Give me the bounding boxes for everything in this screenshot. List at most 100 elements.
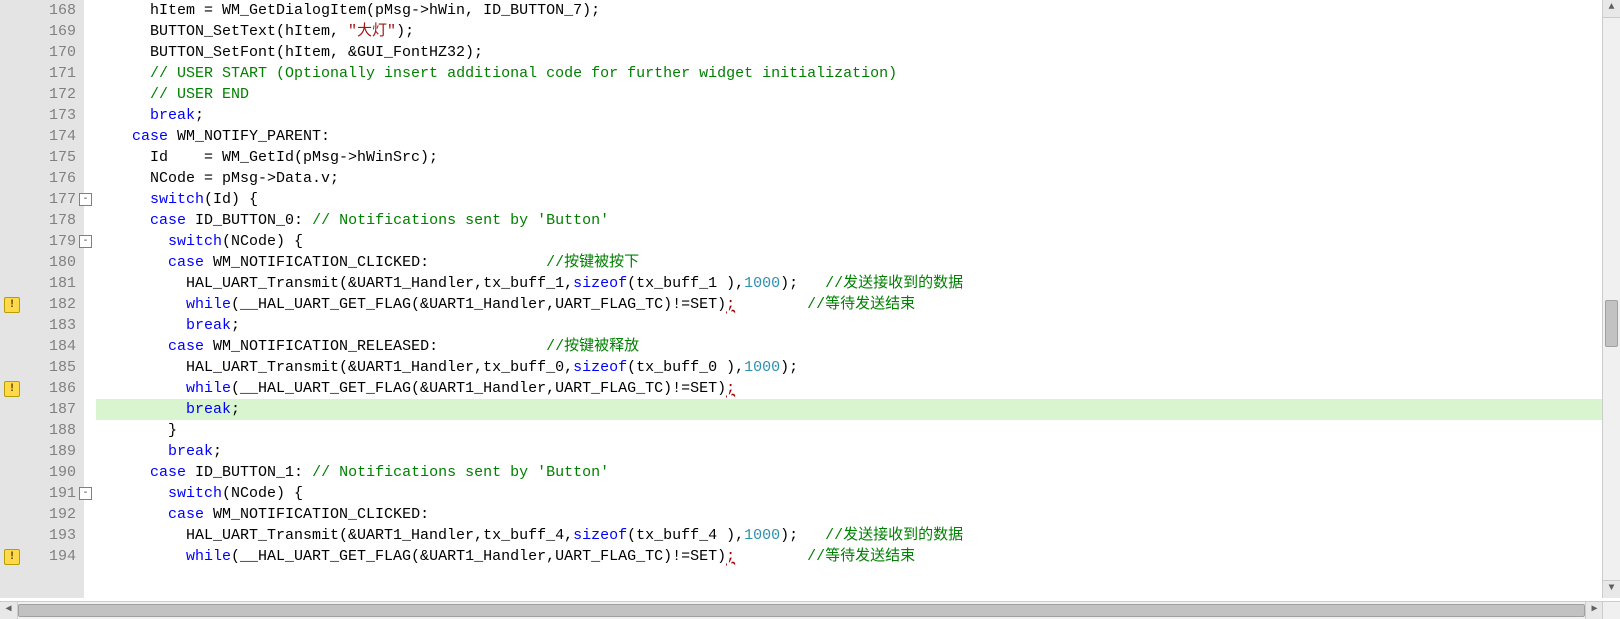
gutter-line[interactable]: 186! — [0, 378, 84, 399]
token — [96, 485, 168, 502]
token: ); — [780, 359, 798, 376]
code-area[interactable]: hItem = WM_GetDialogItem(pMsg->hWin, ID_… — [84, 0, 1620, 598]
gutter-line[interactable]: 189 — [0, 441, 84, 462]
code-line[interactable]: break; — [96, 105, 1620, 126]
gutter-line[interactable]: 179- — [0, 231, 84, 252]
token: sizeof — [573, 527, 627, 544]
code-line[interactable]: BUTTON_SetFont(hItem, &GUI_FontHZ32); — [96, 42, 1620, 63]
code-line[interactable]: switch(NCode) { — [96, 483, 1620, 504]
gutter-line[interactable]: 193 — [0, 525, 84, 546]
code-line[interactable]: case WM_NOTIFICATION_CLICKED: — [96, 504, 1620, 525]
code-line[interactable]: HAL_UART_Transmit(&UART1_Handler,tx_buff… — [96, 273, 1620, 294]
token: WM_NOTIFICATION_CLICKED: — [204, 254, 546, 271]
gutter-line[interactable]: 169 — [0, 21, 84, 42]
code-line[interactable]: BUTTON_SetText(hItem, "大灯"); — [96, 21, 1620, 42]
gutter-line[interactable]: 173 — [0, 105, 84, 126]
code-line[interactable]: case WM_NOTIFICATION_CLICKED: //按键被按下 — [96, 252, 1620, 273]
token: // Notifications sent by 'Button' — [312, 464, 609, 481]
warning-icon[interactable]: ! — [4, 297, 20, 313]
token: // USER END — [150, 86, 249, 103]
line-number: 194 — [49, 548, 76, 565]
token: BUTTON_SetText(hItem, — [96, 23, 348, 40]
code-line[interactable]: break; — [96, 399, 1620, 420]
gutter-line[interactable]: 185 — [0, 357, 84, 378]
gutter-line[interactable]: 192 — [0, 504, 84, 525]
scroll-up-arrow-icon[interactable]: ▲ — [1603, 0, 1620, 18]
vertical-scroll-thumb[interactable] — [1605, 300, 1618, 347]
gutter-line[interactable]: 168 — [0, 0, 84, 21]
token — [96, 443, 168, 460]
gutter[interactable]: 168169170171172173174175176177-178179-18… — [0, 0, 84, 598]
scroll-right-arrow-icon[interactable]: ▶ — [1585, 602, 1603, 619]
line-number: 176 — [49, 170, 76, 187]
gutter-line[interactable]: 177- — [0, 189, 84, 210]
code-line[interactable]: case ID_BUTTON_0: // Notifications sent … — [96, 210, 1620, 231]
token: break — [186, 317, 231, 334]
scroll-left-arrow-icon[interactable]: ◀ — [0, 602, 18, 619]
scroll-down-arrow-icon[interactable]: ▼ — [1603, 580, 1620, 598]
gutter-line[interactable]: 175 — [0, 147, 84, 168]
code-line[interactable]: NCode = pMsg->Data.v; — [96, 168, 1620, 189]
line-number: 173 — [49, 107, 76, 124]
line-number: 191 — [49, 485, 76, 502]
code-line[interactable]: switch(Id) { — [96, 189, 1620, 210]
code-line[interactable]: Id = WM_GetId(pMsg->hWinSrc); — [96, 147, 1620, 168]
code-line[interactable]: break; — [96, 441, 1620, 462]
token: (NCode) { — [222, 485, 303, 502]
token: break — [186, 401, 231, 418]
warning-icon[interactable]: ! — [4, 549, 20, 565]
code-line[interactable]: case WM_NOTIFICATION_RELEASED: //按键被释放 — [96, 336, 1620, 357]
code-line[interactable]: // USER START (Optionally insert additio… — [96, 63, 1620, 84]
gutter-line[interactable]: 183 — [0, 315, 84, 336]
code-line[interactable]: HAL_UART_Transmit(&UART1_Handler,tx_buff… — [96, 357, 1620, 378]
scrollbar-corner — [1602, 601, 1620, 619]
code-line[interactable]: hItem = WM_GetDialogItem(pMsg->hWin, ID_… — [96, 0, 1620, 21]
gutter-line[interactable]: 181 — [0, 273, 84, 294]
gutter-line[interactable]: 172 — [0, 84, 84, 105]
code-line[interactable]: } — [96, 420, 1620, 441]
gutter-line[interactable]: 180 — [0, 252, 84, 273]
code-line[interactable]: while(__HAL_UART_GET_FLAG(&UART1_Handler… — [96, 378, 1620, 399]
token: "大灯" — [348, 23, 396, 40]
token: NCode = pMsg->Data.v; — [96, 170, 339, 187]
code-line[interactable]: case ID_BUTTON_1: // Notifications sent … — [96, 462, 1620, 483]
horizontal-scroll-thumb[interactable] — [18, 604, 1585, 617]
gutter-line[interactable]: 190 — [0, 462, 84, 483]
code-line[interactable]: switch(NCode) { — [96, 231, 1620, 252]
fold-icon[interactable]: - — [79, 193, 92, 206]
token: (tx_buff_0 ), — [627, 359, 744, 376]
token: 1000 — [744, 359, 780, 376]
code-line[interactable]: HAL_UART_Transmit(&UART1_Handler,tx_buff… — [96, 525, 1620, 546]
code-line[interactable]: while(__HAL_UART_GET_FLAG(&UART1_Handler… — [96, 546, 1620, 567]
fold-icon[interactable]: - — [79, 235, 92, 248]
token — [96, 464, 150, 481]
code-line[interactable]: // USER END — [96, 84, 1620, 105]
warning-icon[interactable]: ! — [4, 381, 20, 397]
token: 1000 — [744, 527, 780, 544]
gutter-line[interactable]: 178 — [0, 210, 84, 231]
code-line[interactable]: case WM_NOTIFY_PARENT: — [96, 126, 1620, 147]
gutter-line[interactable]: 176 — [0, 168, 84, 189]
horizontal-scrollbar[interactable]: ◀ ▶ — [0, 601, 1603, 619]
vertical-scrollbar[interactable]: ▲ ▼ — [1602, 0, 1620, 598]
gutter-line[interactable]: 170 — [0, 42, 84, 63]
gutter-line[interactable]: 182! — [0, 294, 84, 315]
token: (__HAL_UART_GET_FLAG(&UART1_Handler,UART… — [231, 296, 726, 313]
fold-icon[interactable]: - — [79, 487, 92, 500]
token — [96, 380, 186, 397]
code-editor[interactable]: 168169170171172173174175176177-178179-18… — [0, 0, 1620, 598]
code-line[interactable]: break; — [96, 315, 1620, 336]
gutter-line[interactable]: 184 — [0, 336, 84, 357]
token: ; — [726, 380, 735, 397]
token: (NCode) { — [222, 233, 303, 250]
token: HAL_UART_Transmit(&UART1_Handler,tx_buff… — [96, 275, 573, 292]
gutter-line[interactable]: 174 — [0, 126, 84, 147]
gutter-line[interactable]: 187 — [0, 399, 84, 420]
gutter-line[interactable]: 188 — [0, 420, 84, 441]
gutter-line[interactable]: 191- — [0, 483, 84, 504]
gutter-line[interactable]: 171 — [0, 63, 84, 84]
gutter-line[interactable]: 194! — [0, 546, 84, 567]
code-line[interactable]: while(__HAL_UART_GET_FLAG(&UART1_Handler… — [96, 294, 1620, 315]
token: while — [186, 296, 231, 313]
token: switch — [168, 233, 222, 250]
